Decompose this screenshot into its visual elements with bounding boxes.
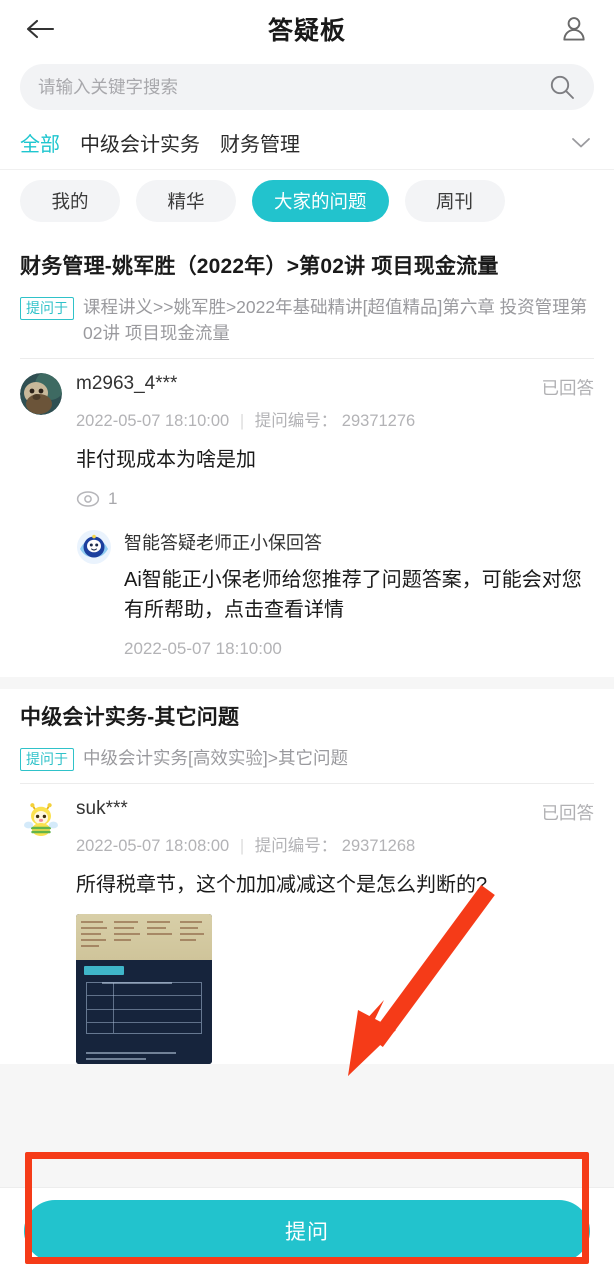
post-item[interactable]: 中级会计实务-其它问题 提问于 中级会计实务[高效实验]>其它问题 suk***… <box>0 689 614 1065</box>
search-input[interactable] <box>38 76 548 98</box>
eye-icon <box>76 491 100 507</box>
question-feed[interactable]: 财务管理-姚军胜（2022年）>第02讲 项目现金流量 提问于 课程讲义>>姚军… <box>0 238 614 1187</box>
post-item[interactable]: 财务管理-姚军胜（2022年）>第02讲 项目现金流量 提问于 课程讲义>>姚军… <box>0 238 614 678</box>
category-item-financial-management[interactable]: 财务管理 <box>220 128 300 157</box>
view-count-row: 1 <box>76 489 594 509</box>
status-badge: 已回答 <box>541 803 595 824</box>
search-box[interactable] <box>20 64 594 110</box>
question-text[interactable]: 所得税章节，这个加加减减这个是怎么判断的? <box>76 870 594 900</box>
question-id-value: 29371276 <box>341 412 416 431</box>
ai-answer-text[interactable]: Ai智能正小保老师给您推荐了问题答案，可能会对您有所帮助，点击查看详情 <box>124 565 594 625</box>
question-username: m2963_4*** <box>76 373 178 395</box>
asked-from-badge: 提问于 <box>20 747 74 772</box>
asked-from-row: 提问于 课程讲义>>姚军胜>2022年基础精讲[超值精品]第六章 投资管理第02… <box>20 294 594 347</box>
question-meta: m2963_4*** 2022-05-07 18:10:00 | 提问编号： 2… <box>76 373 542 431</box>
question-text[interactable]: 非付现成本为啥是加 <box>76 445 594 475</box>
attachment-row <box>76 914 594 1065</box>
status-badge: 已回答 <box>541 378 595 399</box>
arrow-left-icon <box>26 19 55 39</box>
category-filter-row: 全部 中级会计实务 财务管理 <box>0 120 614 169</box>
question-block[interactable]: suk*** 2022-05-07 18:08:00 | 提问编号： 29371… <box>20 784 594 1065</box>
chip-featured[interactable]: 精华 <box>136 180 236 222</box>
search-section <box>0 58 614 120</box>
question-submeta: 2022-05-07 18:10:00 | 提问编号： 29371276 <box>76 407 542 431</box>
meta-separator: | <box>239 412 245 431</box>
app-root: 答疑板 全部 中级会计实务 财务管理 <box>0 0 614 1278</box>
category-item-intermediate-accounting[interactable]: 中级会计实务 <box>80 128 200 157</box>
avatar[interactable] <box>20 798 62 841</box>
ai-answer-name: 智能答疑老师正小保回答 <box>124 533 322 554</box>
asked-from-badge: 提问于 <box>20 296 74 321</box>
profile-button[interactable] <box>554 9 594 49</box>
post-title[interactable]: 财务管理-姚军胜（2022年）>第02讲 项目现金流量 <box>20 252 594 282</box>
post-title[interactable]: 中级会计实务-其它问题 <box>20 703 594 733</box>
category-item-all[interactable]: 全部 <box>20 128 60 157</box>
page-title: 答疑板 <box>267 17 346 45</box>
asked-from-path[interactable]: 课程讲义>>姚军胜>2022年基础精讲[超值精品]第六章 投资管理第02讲 项目… <box>83 294 594 347</box>
question-id-label: 提问编号： <box>254 412 338 431</box>
ask-question-button[interactable]: 提问 <box>24 1200 590 1262</box>
question-username: suk*** <box>76 798 128 820</box>
view-count: 1 <box>108 489 118 509</box>
expand-categories-button[interactable] <box>568 135 594 151</box>
thumbnail-tag <box>84 966 124 976</box>
navigation-bar: 答疑板 <box>0 0 614 58</box>
asked-from-row: 提问于 中级会计实务[高效实验]>其它问题 <box>20 745 594 772</box>
question-id-label: 提问编号： <box>254 837 338 856</box>
ai-answer-body: 智能答疑老师正小保回答 Ai智能正小保老师给您推荐了问题答案，可能会对您有所帮助… <box>124 529 594 659</box>
question-header: suk*** 2022-05-07 18:08:00 | 提问编号： 29371… <box>20 798 594 856</box>
question-time: 2022-05-07 18:10:00 <box>76 412 230 431</box>
question-image-thumbnail[interactable] <box>76 914 212 1065</box>
chip-everyones-questions[interactable]: 大家的问题 <box>252 180 389 222</box>
filter-chip-row: 我的 精华 大家的问题 周刊 <box>0 169 614 238</box>
chevron-down-icon <box>572 137 590 147</box>
meta-separator: | <box>239 837 245 856</box>
person-icon <box>563 17 585 41</box>
chip-weekly[interactable]: 周刊 <box>404 180 505 222</box>
thumbnail-notes-area <box>76 914 212 961</box>
ai-answer-time: 2022-05-07 18:10:00 <box>124 639 282 659</box>
thumbnail-table <box>86 982 202 1035</box>
question-time: 2022-05-07 18:08:00 <box>76 837 230 856</box>
avatar <box>76 529 112 565</box>
asked-from-path[interactable]: 中级会计实务[高效实验]>其它问题 <box>83 745 348 771</box>
question-id-value: 29371268 <box>341 837 416 856</box>
ai-answer-block[interactable]: 智能答疑老师正小保回答 Ai智能正小保老师给您推荐了问题答案，可能会对您有所帮助… <box>76 529 594 677</box>
back-button[interactable] <box>20 9 60 49</box>
question-meta: suk*** 2022-05-07 18:08:00 | 提问编号： 29371… <box>76 798 542 856</box>
question-submeta: 2022-05-07 18:08:00 | 提问编号： 29371268 <box>76 832 542 856</box>
search-icon[interactable] <box>548 73 576 101</box>
chip-my-questions[interactable]: 我的 <box>20 180 120 222</box>
avatar[interactable] <box>20 373 62 416</box>
question-header: m2963_4*** 2022-05-07 18:10:00 | 提问编号： 2… <box>20 373 594 431</box>
bottom-action-bar: 提问 <box>0 1187 614 1278</box>
question-block[interactable]: m2963_4*** 2022-05-07 18:10:00 | 提问编号： 2… <box>20 359 594 677</box>
